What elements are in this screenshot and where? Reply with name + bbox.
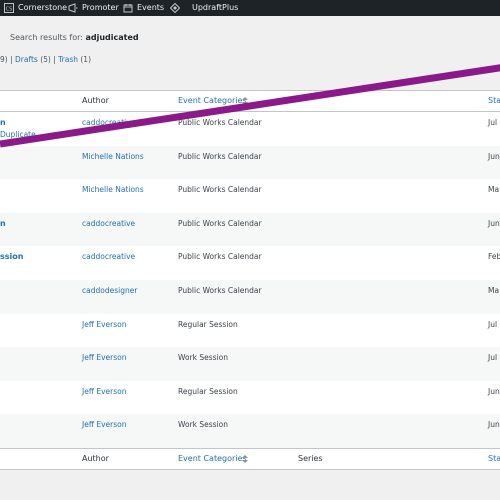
author-link[interactable]: Jeff Everson (82, 320, 127, 329)
author-link[interactable]: caddocreative (82, 219, 135, 228)
start-date: Jul (488, 118, 498, 127)
event-category: Public Works Calendar (178, 185, 262, 195)
start-date: Jun (488, 420, 500, 430)
start-date: Jun (488, 151, 500, 161)
updraftplus-icon (169, 2, 181, 14)
author-link[interactable]: Michelle Nations (82, 152, 144, 161)
cornerstone-icon: CS (4, 3, 14, 13)
trash-link[interactable]: Trash (58, 55, 78, 64)
admin-bar-cornerstone[interactable]: Cornerstone (18, 0, 67, 16)
promoter-icon (68, 3, 78, 13)
all-count: 9) (0, 55, 8, 64)
search-term: adjudicated (85, 33, 139, 42)
svg-text:CS: CS (6, 7, 13, 13)
column-event-categories[interactable]: Event Categories (178, 449, 247, 469)
table-row: Jeff Everson Regular Session Jul (0, 314, 500, 348)
events-table: Author Event Categories Sta n Duplicate ca… (0, 90, 500, 470)
start-date: Feb (488, 252, 500, 262)
author-link[interactable]: Michelle Nations (82, 185, 144, 194)
event-category: Regular Session (178, 386, 238, 396)
separator: | (53, 55, 56, 64)
event-title-link[interactable]: ssion (0, 252, 23, 261)
column-author: Author (82, 454, 109, 463)
event-category: Work Session (178, 420, 228, 430)
admin-bar: CS Cornerstone Promoter Events UpdraftPl… (0, 0, 500, 16)
table-row: Michelle Nations Public Works Calendar Ma (0, 179, 500, 213)
drafts-count: (5) (40, 55, 51, 64)
start-date: Jun (488, 386, 500, 396)
sort-icon[interactable] (242, 97, 248, 105)
drafts-link[interactable]: Drafts (15, 55, 38, 64)
table-row: ssion caddocreative Public Works Calendar F… (0, 246, 500, 280)
start-date: Jun (488, 218, 500, 228)
calendar-icon (123, 3, 133, 13)
trash-count: (1) (80, 55, 91, 64)
row-action-duplicate[interactable]: Duplicate (0, 130, 36, 139)
table-row: n Duplicate caddocreative Public Works Cale… (0, 112, 500, 146)
admin-bar-updraftplus[interactable]: UpdraftPlus (192, 0, 238, 16)
search-results-prefix: Search results for: (10, 33, 83, 42)
table-row: Jeff Everson Work Session Jun (0, 414, 500, 448)
separator: | (10, 55, 13, 64)
author-link[interactable]: caddodesigner (82, 286, 137, 295)
column-event-categories[interactable]: Event Categories (178, 91, 247, 111)
table-row: caddodesigner Public Works Calendar Ma (0, 280, 500, 314)
start-date: Jul (488, 319, 498, 329)
admin-bar-promoter[interactable]: Promoter (82, 0, 119, 16)
column-start-date[interactable]: Sta (488, 91, 500, 111)
event-title-link[interactable]: n (0, 118, 6, 127)
author-link[interactable]: Jeff Everson (82, 353, 127, 362)
event-category: Public Works Calendar (178, 151, 262, 161)
event-category: Public Works Calendar (178, 286, 262, 295)
table-footer: Author Event Categories Series Sta (0, 448, 500, 469)
event-title-link[interactable]: n (0, 219, 6, 228)
event-category: Public Works Calendar (178, 118, 262, 127)
search-results-subtitle: Search results for: adjudicated (10, 33, 139, 42)
author-link[interactable]: Jeff Everson (82, 387, 127, 396)
table-header: Author Event Categories Sta (0, 91, 500, 112)
author-link[interactable]: caddocreative (82, 118, 135, 127)
sort-icon[interactable] (242, 455, 248, 463)
start-date: Ma (488, 286, 500, 295)
table-row: Jeff Everson Regular Session Jun (0, 381, 500, 415)
author-link[interactable]: caddocreative (82, 252, 135, 261)
column-author: Author (82, 96, 109, 105)
event-category: Regular Session (178, 319, 238, 329)
table-row: Michelle Nations Public Works Calendar Jun (0, 145, 500, 180)
event-category: Public Works Calendar (178, 252, 262, 262)
start-date: Ma (488, 185, 500, 195)
start-date: Jul (488, 353, 498, 363)
admin-bar-events[interactable]: Events (137, 0, 164, 16)
event-category: Work Session (178, 353, 228, 363)
column-start-date[interactable]: Sta (488, 449, 500, 469)
author-link[interactable]: Jeff Everson (82, 420, 127, 429)
table-row: n caddocreative Public Works Calendar Jun (0, 212, 500, 247)
column-series: Series (298, 454, 323, 463)
event-category: Public Works Calendar (178, 218, 262, 228)
status-filter-links: 9) | Drafts (5) | Trash (1) (0, 55, 91, 64)
table-row: Jeff Everson Work Session Jul (0, 347, 500, 381)
